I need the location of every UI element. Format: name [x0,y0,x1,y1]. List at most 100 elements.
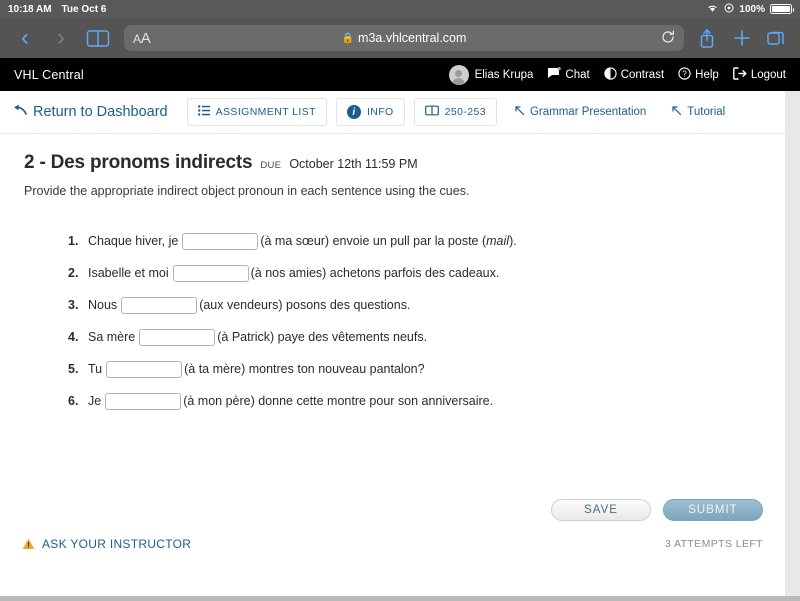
info-label: INFO [366,106,394,118]
grammar-presentation-link[interactable]: Grammar Presentation [506,105,654,119]
question-text-end: ). [509,234,517,248]
answer-input-5[interactable] [106,360,183,378]
logout-arrow-icon [732,66,747,83]
question-number: 3. [68,298,79,312]
question-row: 6. Je (à mon père) donne cette montre po… [68,391,761,411]
plus-icon[interactable] [732,28,752,48]
url-text: m3a.vhlcentral.com [358,31,467,45]
chevron-left-icon[interactable]: ‹ [14,26,36,50]
nav-item-logout[interactable]: Logout [732,66,786,83]
pages-button[interactable]: 250-253 [413,98,497,126]
book-icon[interactable] [86,29,110,48]
battery-percent-label: 100% [739,3,765,15]
question-row: 5. Tu (à ta mère) montres ton nouveau pa… [68,359,761,379]
page-right-gutter [785,91,800,596]
nav-item-contrast[interactable]: Contrast [604,66,665,83]
activity-instructions: Provide the appropriate indirect object … [24,184,470,198]
wifi-icon [706,3,719,16]
save-button[interactable]: SAVE [551,499,651,521]
chevron-right-icon[interactable]: › [50,26,72,50]
return-to-dashboard-label: Return to Dashboard [33,104,168,120]
question-text-before: Je [88,394,102,408]
question-number: 4. [68,330,79,344]
answer-input-3[interactable] [121,296,198,314]
tutorial-label: Tutorial [687,106,726,118]
battery-icon [770,4,794,14]
warning-triangle-icon [22,538,35,550]
status-bar-left: 10:18 AM Tue Oct 6 [8,4,106,15]
question-text-before: Chaque hiver, je [88,234,179,248]
safari-toolbar: ‹ › AA 🔒 m3a.vhlcentral.com [0,18,800,58]
question-row: 2. Isabelle et moi (à nos amies) acheton… [68,263,761,283]
answer-input-6[interactable] [105,392,182,410]
ios-status-bar: 10:18 AM Tue Oct 6 100% [0,0,800,18]
info-circle-icon: i [346,105,361,119]
question-circle-icon: ? [678,66,691,83]
nav-label-logout: Logout [750,68,786,81]
share-icon[interactable] [698,28,718,48]
location-arrow-icon [724,3,734,16]
activity-header: 2 - Des pronoms indirects DUE October 12… [24,152,761,174]
tabs-icon[interactable] [766,28,786,48]
assignment-list-label: ASSIGNMENT LIST [215,106,316,118]
site-navbar-right: Elias Krupa Chat Contrast ? Help Logout [448,64,786,85]
question-italic-word: mail [486,234,510,248]
nav-label-help: Help [695,68,719,81]
question-row: 1. Chaque hiver, je (à ma sœur) envoie u… [68,231,761,251]
list-icon [197,105,210,119]
answer-input-4[interactable] [139,328,216,346]
nav-label-contrast: Contrast [620,68,665,81]
question-text-before: Tu [88,362,103,376]
grammar-presentation-label: Grammar Presentation [529,106,647,118]
question-text-after: (à ta mère) montres ton nouveau pantalon… [184,362,425,376]
ipad-safari-screen: 10:18 AM Tue Oct 6 100% ‹ › AA 🔒 m3a.vhl… [0,0,800,601]
activity-footer: ASK YOUR INSTRUCTOR 3 ATTEMPTS LEFT [22,537,763,551]
ask-your-instructor-label: ASK YOUR INSTRUCTOR [42,537,192,551]
attempts-left-label: 3 ATTEMPTS LEFT [665,538,763,550]
due-date-value: October 12th 11:59 PM [289,157,418,171]
question-row: 3. Nous (aux vendeurs) posons des questi… [68,295,761,315]
question-text-before: Isabelle et moi [88,266,169,280]
question-list: 1. Chaque hiver, je (à ma sœur) envoie u… [24,231,761,411]
return-to-dashboard-button[interactable]: Return to Dashboard [13,104,168,120]
action-buttons: SAVE SUBMIT [551,499,763,521]
user-account-link[interactable]: Elias Krupa [448,64,534,85]
status-date: Tue Oct 6 [61,3,107,15]
pages-label: 250-253 [444,106,486,118]
question-number: 1. [68,234,79,248]
external-link-arrow-icon [671,105,682,119]
address-bar[interactable]: AA 🔒 m3a.vhlcentral.com [124,25,684,51]
info-button[interactable]: i INFO [335,98,405,126]
question-text-after: (à nos amies) achetons parfois des cadea… [250,266,500,280]
answer-input-2[interactable] [172,264,249,282]
nav-label-chat: Chat [565,68,590,81]
question-text-after: (aux vendeurs) posons des questions. [199,298,411,312]
site-navbar: VHL Central Elias Krupa Chat Contrast ? … [0,58,800,91]
page-bottom-gutter [0,596,800,601]
question-text-before: Nous [88,298,118,312]
ask-your-instructor-button[interactable]: ASK YOUR INSTRUCTOR [22,537,191,551]
due-label: DUE [260,160,282,171]
nav-item-help[interactable]: ? Help [678,66,719,83]
external-link-arrow-icon [514,105,525,119]
reload-icon[interactable] [661,30,675,47]
question-number: 2. [68,266,79,280]
book-open-icon [424,105,439,119]
back-arrow-icon [13,104,27,120]
question-text-after: (à mon père) donne cette montre pour son… [183,394,494,408]
contrast-circle-icon [604,66,617,83]
page-title: 2 - Des pronoms indirects [24,152,253,173]
assignment-page: Return to Dashboard ASSIGNMENT LIST i IN… [0,91,785,596]
lock-icon: 🔒 [341,32,355,44]
status-bar-right: 100% [706,3,794,16]
user-name-label: Elias Krupa [474,68,534,81]
status-time: 10:18 AM [8,3,52,15]
answer-input-1[interactable] [182,232,259,250]
submit-button[interactable]: SUBMIT [663,499,763,521]
assignment-list-button[interactable]: ASSIGNMENT LIST [186,98,327,126]
url-display: 🔒 m3a.vhlcentral.com [124,31,684,45]
nav-item-chat[interactable]: Chat [547,66,590,83]
site-brand[interactable]: VHL Central [14,68,84,82]
tutorial-link[interactable]: Tutorial [663,105,733,119]
question-number: 6. [68,394,79,408]
